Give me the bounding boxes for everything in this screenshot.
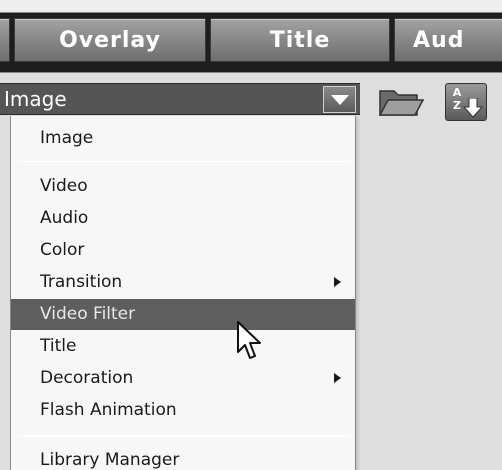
sort-letter-a: A bbox=[452, 86, 462, 99]
tab-previous[interactable] bbox=[0, 18, 10, 62]
tab-overlay-label: Overlay bbox=[59, 27, 161, 53]
library-category-dropdown[interactable]: Image bbox=[0, 83, 360, 115]
chevron-down-icon bbox=[331, 95, 349, 105]
submenu-arrow-icon bbox=[334, 373, 341, 383]
tab-audio[interactable]: Aud bbox=[394, 18, 502, 62]
sort-az-icon bbox=[463, 98, 483, 118]
tab-audio-label: Aud bbox=[413, 27, 465, 53]
menu-separator bbox=[19, 161, 351, 162]
menu-item-label: Decoration bbox=[40, 368, 134, 388]
tab-title-label: Title bbox=[269, 27, 331, 53]
menu-item-label: Color bbox=[40, 240, 85, 260]
open-folder-button[interactable] bbox=[377, 84, 425, 120]
sort-button[interactable]: A Z bbox=[445, 83, 487, 121]
menu-item-label: Video Filter bbox=[40, 304, 136, 324]
menu-item-label: Image bbox=[40, 128, 94, 148]
sort-letter-z: Z bbox=[453, 99, 461, 112]
menu-item-video-filter[interactable]: Video Filter bbox=[11, 299, 355, 330]
menu-item-library-manager[interactable]: Library Manager bbox=[11, 445, 355, 470]
menu-item-transition[interactable]: Transition bbox=[11, 267, 355, 298]
tab-bar: Overlay Title Aud bbox=[0, 0, 502, 73]
sort-letters: A Z bbox=[452, 86, 462, 112]
dropdown-toggle-button[interactable] bbox=[323, 86, 356, 113]
menu-item-image[interactable]: Image bbox=[11, 123, 355, 154]
folder-open-icon bbox=[378, 90, 425, 116]
menu-item-video[interactable]: Video bbox=[11, 171, 355, 202]
menu-item-decoration[interactable]: Decoration bbox=[11, 363, 355, 394]
menu-item-label: Audio bbox=[40, 208, 89, 228]
mouse-pointer-icon bbox=[237, 321, 261, 359]
menu-item-label: Transition bbox=[40, 272, 123, 292]
app-window: Overlay Title Aud Image A Z Image Video … bbox=[0, 0, 502, 470]
tab-title[interactable]: Title bbox=[210, 18, 390, 62]
tab-overlay[interactable]: Overlay bbox=[14, 18, 206, 62]
menu-item-color[interactable]: Color bbox=[11, 235, 355, 266]
menu-item-label: Library Manager bbox=[40, 450, 180, 470]
submenu-arrow-icon bbox=[334, 277, 341, 287]
menu-item-label: Title bbox=[40, 336, 77, 356]
menu-separator bbox=[19, 435, 351, 436]
menu-item-label: Video bbox=[40, 176, 88, 196]
dropdown-selected-value: Image bbox=[4, 87, 67, 111]
menu-item-audio[interactable]: Audio bbox=[11, 203, 355, 234]
category-dropdown-menu: Image Video Audio Color Transition Video… bbox=[10, 116, 356, 470]
menu-item-label: Flash Animation bbox=[40, 400, 177, 420]
menu-item-title[interactable]: Title bbox=[11, 331, 355, 362]
menu-item-flash-animation[interactable]: Flash Animation bbox=[11, 395, 355, 426]
